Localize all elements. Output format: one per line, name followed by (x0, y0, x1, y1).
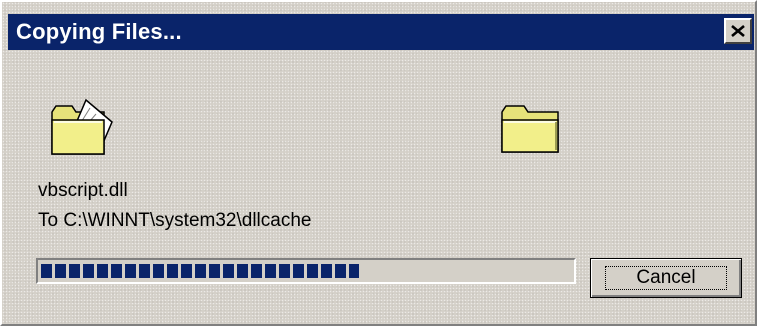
copy-progress-bar (36, 258, 576, 284)
folder-icon (501, 105, 559, 153)
copy-dialog: Copying Files... vbscript.dll To C:\WINN… (0, 0, 757, 326)
close-button[interactable] (724, 18, 752, 44)
dialog-title: Copying Files... (16, 19, 182, 44)
progress-fill (41, 264, 359, 278)
cancel-button-label: Cancel (605, 266, 727, 290)
folder-with-flying-document-icon (51, 98, 113, 155)
title-bar[interactable]: Copying Files... (8, 14, 754, 50)
close-icon (731, 25, 745, 37)
destination-path-label: To C:\WINNT\system32\dllcache (38, 210, 312, 231)
cancel-button[interactable]: Cancel (590, 258, 742, 298)
file-name-label: vbscript.dll (38, 180, 128, 201)
